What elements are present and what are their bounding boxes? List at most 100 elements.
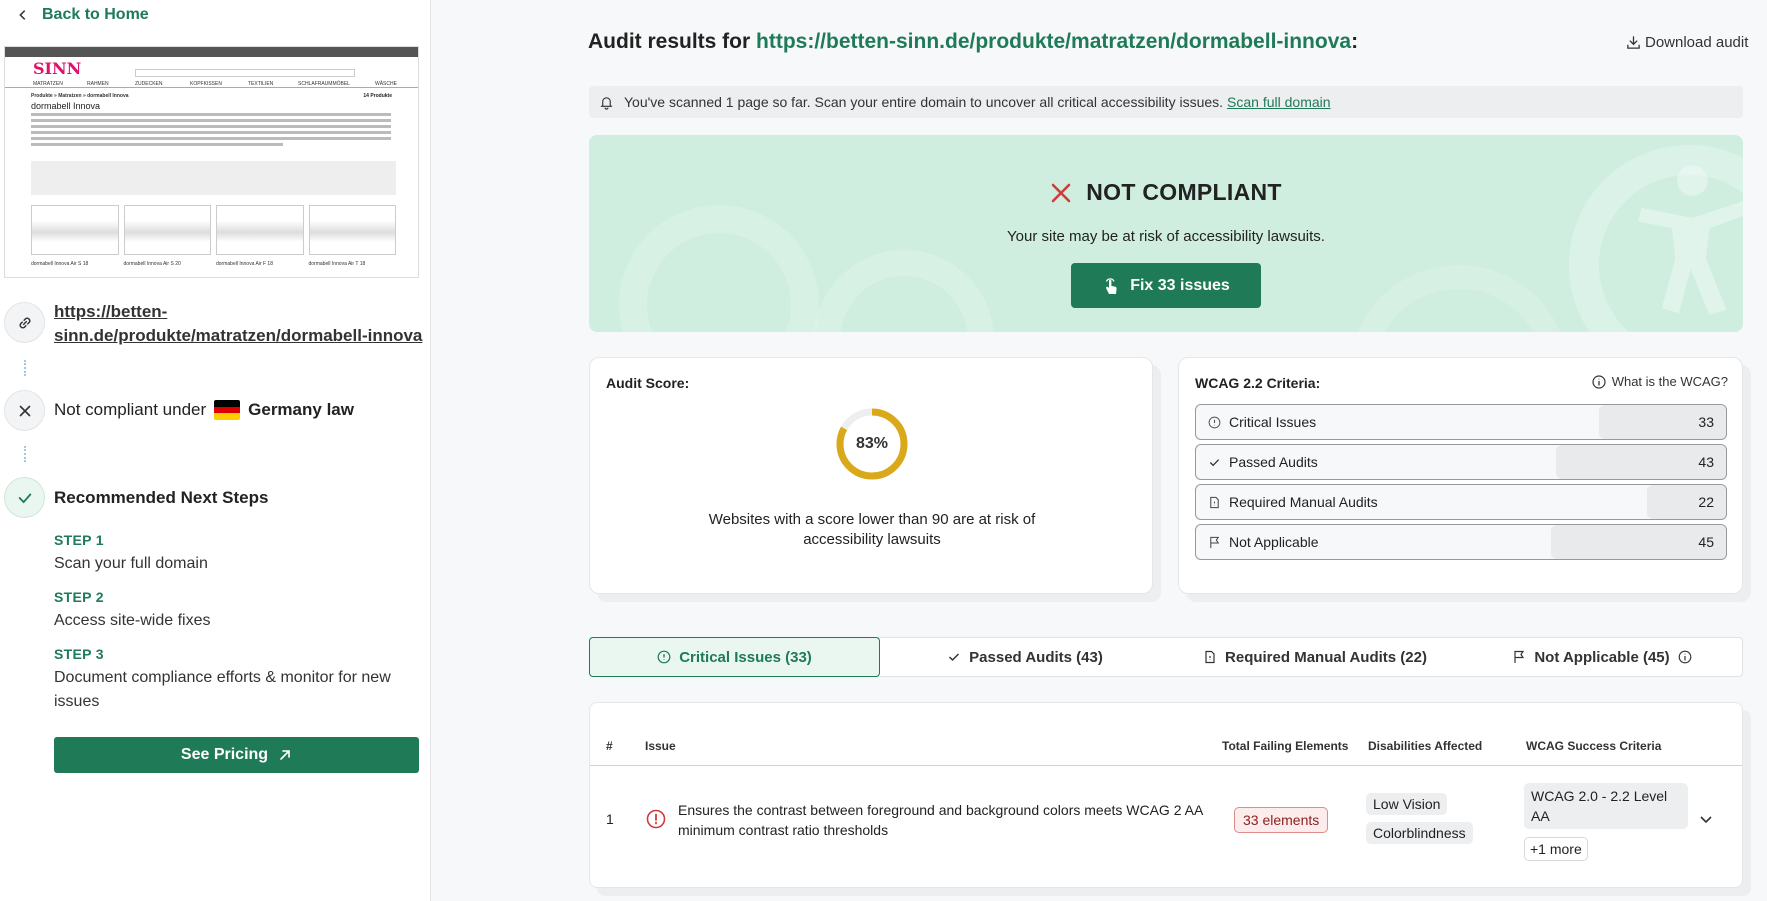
step-1-label: STEP 1: [54, 532, 104, 548]
failing-elements-badge: 33 elements: [1234, 807, 1329, 833]
link-icon-circle: [4, 302, 45, 343]
chevron-down-icon[interactable]: [1698, 811, 1714, 827]
preview-nav-item: RAHMEN: [87, 81, 109, 87]
see-pricing-label: See Pricing: [180, 746, 269, 763]
close-icon: [1051, 183, 1071, 202]
see-pricing-button[interactable]: See Pricing: [54, 737, 419, 773]
criteria-row-passed[interactable]: Passed Audits 43: [1195, 444, 1727, 480]
criteria-label: Critical Issues: [1229, 414, 1317, 430]
preview-breadcrumb: Produkte » Matratzen » dormabell Innova: [31, 93, 129, 99]
back-label: Back to Home: [42, 6, 149, 23]
url-step: [4, 302, 45, 343]
column-header: WCAG Success Criteria: [1526, 739, 1662, 753]
fix-issues-button[interactable]: Fix 33 issues: [1071, 263, 1261, 308]
preview-nav-item: WÄSCHE: [375, 81, 397, 87]
compliance-status-text: NOT COMPLIANT: [1086, 179, 1282, 205]
check-icon: [18, 493, 31, 503]
criteria-row-critical[interactable]: Critical Issues 33: [1195, 404, 1727, 440]
column-header: Issue: [645, 739, 676, 753]
download-audit-button[interactable]: Download audit: [1626, 34, 1748, 51]
issues-table: # Issue Total Failing Elements Disabilit…: [589, 702, 1743, 888]
close-icon: [19, 405, 30, 416]
fix-issues-label: Fix 33 issues: [1130, 276, 1230, 294]
tab-label: Not Applicable (45): [1534, 648, 1670, 666]
link-icon: [19, 317, 30, 328]
wcag-criteria-chip: WCAG 2.0 - 2.2 Level AA: [1524, 783, 1688, 829]
column-header: Disabilities Affected: [1368, 739, 1483, 753]
page-title: Audit results for https://betten-sinn.de…: [588, 30, 1358, 54]
back-to-home-link[interactable]: Back to Home: [16, 6, 149, 24]
preview-nav-item: SCHLAFRAUMMÖBEL: [298, 81, 350, 87]
score-value: 83%: [855, 435, 889, 452]
preview-product-name: dormabell Innova Air T 18: [308, 261, 366, 267]
row-number: 1: [606, 811, 614, 827]
score-note: Websites with a score lower than 90 are …: [708, 511, 1036, 548]
risk-message: Your site may be at risk of accessibilit…: [1007, 228, 1325, 245]
alert-circle-icon: [657, 650, 671, 664]
audit-score-title: Audit Score:: [606, 375, 690, 391]
sidebar: Back to Home SINN MATRATZEN RAHMEN ZUDEC…: [0, 0, 431, 901]
tab-critical-issues[interactable]: Critical Issues (33): [589, 637, 880, 677]
criteria-count: 43: [1698, 454, 1714, 470]
tab-label: Critical Issues (33): [679, 648, 812, 666]
tab-label: Required Manual Audits (22): [1225, 648, 1427, 666]
scan-banner: You've scanned 1 page so far. Scan your …: [589, 86, 1743, 118]
criteria-row-manual[interactable]: Required Manual Audits 22: [1195, 484, 1727, 520]
preview-count: 14 Produkte: [363, 93, 392, 99]
step-connector: [24, 360, 26, 376]
tab-passed-audits[interactable]: Passed Audits (43): [880, 638, 1170, 676]
arrow-up-right-icon: [280, 750, 290, 760]
title-url: https://betten-sinn.de/produkte/matratze…: [756, 30, 1352, 53]
criteria-label: Required Manual Audits: [1229, 494, 1378, 510]
compliance-step: [4, 390, 45, 431]
download-icon: [1627, 36, 1640, 49]
preview-nav-item: TEXTILIEN: [248, 81, 274, 87]
step-2-text: Access site-wide fixes: [54, 612, 211, 629]
recommended-step: [4, 477, 45, 518]
banner-text: You've scanned 1 page so far. Scan your …: [624, 94, 1224, 110]
compliance-hero: NOT COMPLIANT Your site may be at risk o…: [589, 135, 1743, 332]
criteria-row-not-applicable[interactable]: Not Applicable 45: [1195, 524, 1727, 560]
info-icon: [1592, 374, 1606, 389]
document-icon: [1205, 650, 1215, 664]
preview-product-name: dormabell Innova Air S 20: [123, 261, 181, 267]
preview-title: dormabell Innova: [31, 101, 101, 111]
more-criteria-chip[interactable]: +1 more: [1524, 837, 1588, 861]
tab-label: Passed Audits (43): [969, 648, 1103, 666]
results-tabs: Critical Issues (33) Passed Audits (43) …: [589, 637, 1743, 677]
check-icon: [949, 653, 960, 662]
alert-circle-icon: [1208, 416, 1221, 428]
what-is-wcag-label: What is the WCAG?: [1611, 374, 1728, 389]
info-icon: [1678, 650, 1691, 664]
error-icon: [646, 809, 666, 829]
tab-required-manual-audits[interactable]: Required Manual Audits (22): [1170, 638, 1460, 676]
criteria-count: 45: [1698, 534, 1714, 550]
step-3-text: Document compliance efforts & monitor fo…: [54, 669, 391, 710]
title-suffix: :: [1351, 30, 1359, 53]
step-1-text: Scan your full domain: [54, 555, 208, 572]
criteria-label: Not Applicable: [1229, 534, 1319, 550]
title-prefix: Audit results for: [588, 30, 751, 53]
preview-brand: SINN: [33, 59, 82, 78]
bell-icon: [600, 96, 613, 110]
download-label: Download audit: [1645, 34, 1749, 51]
check-icon: [1209, 458, 1220, 466]
law-name: Germany law: [248, 400, 354, 419]
wcag-title: WCAG 2.2 Criteria:: [1195, 375, 1321, 391]
preview-product-name: dormabell Innova Air F 18: [216, 261, 273, 267]
close-icon-circle: [4, 390, 45, 431]
column-header: Total Failing Elements: [1222, 739, 1349, 753]
issue-description: Ensures the contrast between foreground …: [678, 802, 1203, 838]
document-icon: [1210, 496, 1219, 508]
step-2-label: STEP 2: [54, 589, 104, 605]
audited-url-link[interactable]: https://betten-sinn.de/produkte/matratze…: [54, 300, 424, 348]
tab-not-applicable[interactable]: Not Applicable (45): [1460, 638, 1744, 676]
flag-icon: [1514, 650, 1525, 663]
what-is-wcag-link[interactable]: What is the WCAG?: [1592, 374, 1728, 389]
preview-nav-item: KOPFKISSEN: [190, 81, 222, 87]
scan-full-domain-link[interactable]: Scan full domain: [1227, 94, 1331, 110]
wcag-criteria-card: WCAG 2.2 Criteria: What is the WCAG? Cri…: [1178, 357, 1743, 594]
disability-chip: Low Vision: [1366, 793, 1448, 815]
preview-nav-item: ZUDECKEN: [135, 81, 163, 87]
chevron-left-icon: [19, 10, 26, 20]
